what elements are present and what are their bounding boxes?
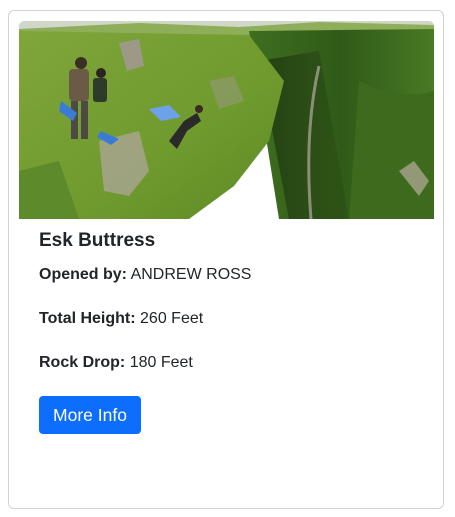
more-info-button[interactable]: More Info (39, 396, 141, 434)
card-title: Esk Buttress (39, 230, 156, 251)
total-height-label: Total Height: (39, 310, 136, 327)
rock-drop-label: Rock Drop: (39, 354, 126, 371)
rock-drop-value: 180 Feet (129, 354, 193, 371)
opened-by-line: Opened by: ANDREW ROSS (39, 263, 419, 287)
rock-drop-line: Rock Drop: 180 Feet (39, 351, 419, 375)
opened-by-label: Opened by: (39, 266, 128, 283)
cliff-jump-photo (19, 21, 434, 219)
opened-by-value: ANDREW ROSS (130, 266, 252, 283)
total-height-value: 260 Feet (140, 310, 204, 327)
card-body: Esk Buttress Opened by: ANDREW ROSS Tota… (39, 229, 419, 375)
exit-point-card: Esk Buttress Opened by: ANDREW ROSS Tota… (8, 10, 444, 509)
total-height-line: Total Height: 260 Feet (39, 307, 419, 331)
